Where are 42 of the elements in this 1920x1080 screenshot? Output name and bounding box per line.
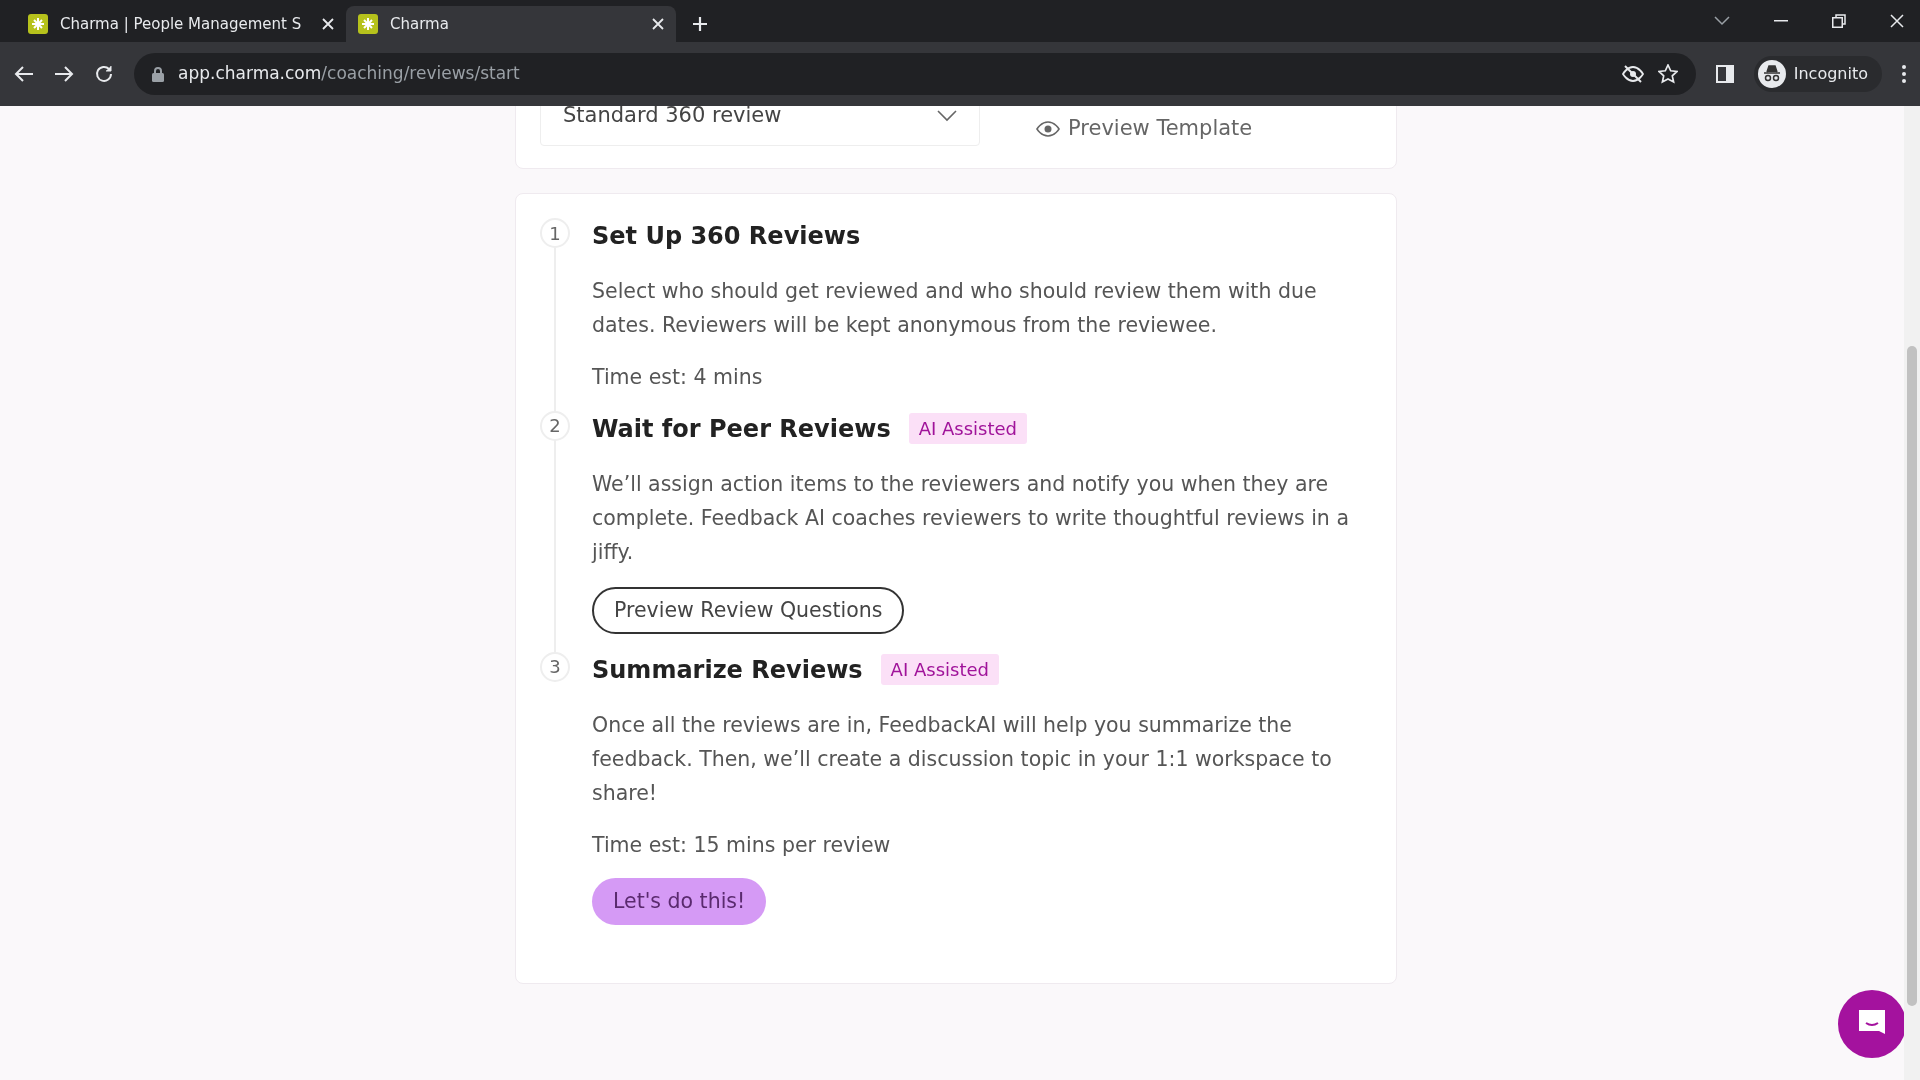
reload-icon[interactable] (94, 64, 114, 84)
preview-template-link[interactable]: Preview Template (1036, 113, 1253, 145)
eye-slash-icon[interactable] (1621, 65, 1644, 83)
star-icon[interactable] (1657, 64, 1678, 84)
chevron-down-icon[interactable] (1714, 16, 1730, 26)
step-number: 2 (540, 410, 570, 441)
browser-tab[interactable]: Charma | People Management S (16, 6, 346, 42)
incognito-icon (1757, 60, 1786, 88)
chevron-down-icon (937, 110, 957, 122)
step-number: 1 (540, 218, 570, 248)
step-description: We’ll assign action items to the reviewers and notify you when they are complete. Feedback AI coaches reviewers to write thoughtful reviews in a jiffy. (592, 470, 1350, 566)
more-icon[interactable] (1902, 65, 1906, 83)
favicon-icon (358, 14, 378, 34)
preview-questions-button[interactable]: Preview Review Questions (592, 586, 905, 634)
restore-icon[interactable] (1832, 14, 1846, 28)
time-estimate: Time est: 4 mins (592, 364, 764, 391)
lock-icon (152, 66, 164, 82)
back-icon[interactable] (14, 65, 34, 83)
step-number: 3 (540, 651, 570, 682)
new-tab-icon[interactable] (692, 16, 708, 32)
ai-assisted-tag: AI Assisted (880, 654, 999, 685)
template-select[interactable]: Standard 360 review (540, 106, 980, 146)
step-description: Once all the reviews are in, FeedbackAI will help you summarize the feedback. Then, we’ll create a discussion topic in your 1:1 workspace to share! (592, 711, 1333, 807)
forward-icon[interactable] (54, 65, 74, 83)
minimize-icon[interactable] (1774, 20, 1788, 22)
side-panel-icon[interactable] (1715, 65, 1734, 83)
close-icon[interactable] (322, 18, 334, 30)
step-title: Wait for Peer Reviews (592, 413, 891, 445)
url-text[interactable]: app.charma.com/coaching/reviews/start (178, 61, 520, 87)
ai-assisted-tag: AI Assisted (908, 413, 1028, 445)
profile-button[interactable]: Incognito (1753, 56, 1882, 92)
time-estimate: Time est: 15 mins per review (592, 831, 892, 859)
step-title: Set Up 360 Reviews (592, 221, 861, 252)
step-description: Select who should get reviewed and who should review them with due dates. Reviewers will be kept anonymous from the reviewee. (592, 278, 1318, 339)
start-button[interactable]: Let's do this! (592, 878, 767, 925)
step-title: Summarize Reviews (592, 654, 863, 686)
scrollbar-thumb[interactable] (1907, 346, 1917, 1006)
browser-tab[interactable]: Charma (346, 6, 676, 42)
close-icon[interactable] (1890, 14, 1904, 28)
eye-icon (1036, 120, 1060, 137)
close-icon[interactable] (652, 18, 664, 30)
favicon-icon (28, 14, 48, 34)
